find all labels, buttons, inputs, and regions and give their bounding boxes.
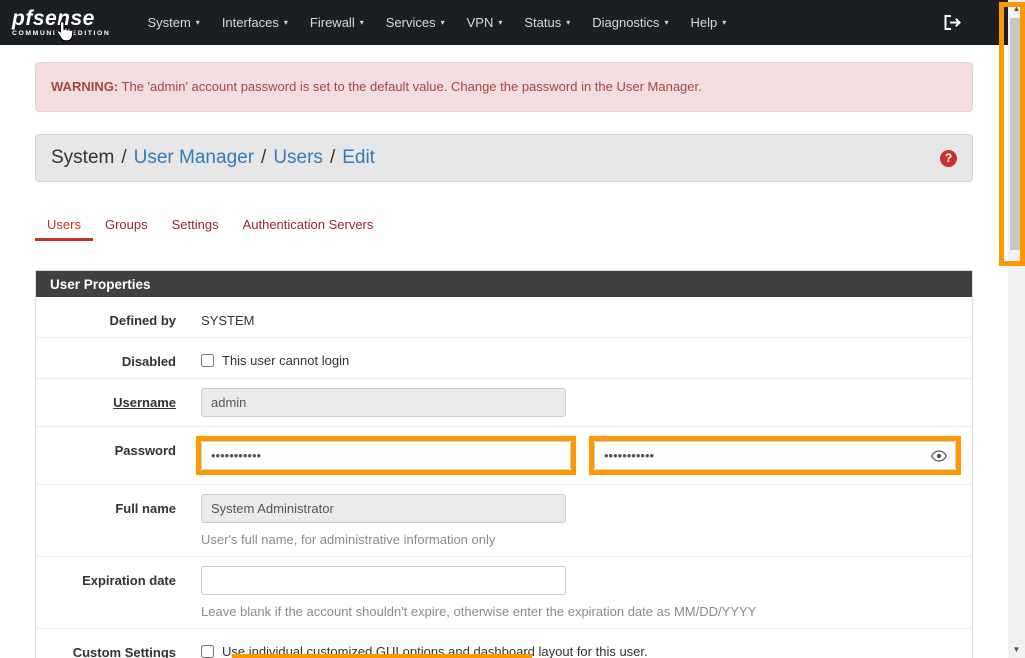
change-password-link[interactable]: Change the password in the User Manager. — [451, 79, 702, 94]
breadcrumb-separator: / — [261, 147, 266, 169]
custom-settings-checkbox[interactable] — [201, 645, 214, 658]
nav-item-status-label: Status — [524, 15, 561, 30]
form-row-password: Password — [36, 427, 972, 485]
chevron-down-icon: ▾ — [284, 18, 288, 27]
highlight-confirm-password-field — [589, 436, 961, 475]
nav-item-services-label: Services — [386, 15, 436, 30]
pfsense-logo[interactable]: pfsense COMMUNITY EDITION — [12, 8, 110, 38]
form-row-expiration-date: Expiration date Leave blank if the accou… — [36, 557, 972, 629]
breadcrumb: System / User Manager / Users / Edit ? — [35, 134, 973, 182]
nav-item-diagnostics-label: Diagnostics — [592, 15, 659, 30]
form-row-defined-by: Defined by SYSTEM — [36, 297, 972, 338]
scrollbar-thumb[interactable] — [1010, 18, 1023, 250]
nav-item-vpn[interactable]: VPN ▾ — [456, 7, 514, 38]
nav-item-firewall[interactable]: Firewall ▾ — [299, 7, 375, 38]
chevron-down-icon: ▾ — [360, 18, 364, 27]
form-row-username: Username — [36, 379, 972, 427]
tab-groups[interactable]: Groups — [93, 209, 160, 241]
username-input — [201, 388, 566, 417]
nav-item-interfaces-label: Interfaces — [222, 15, 279, 30]
tab-settings[interactable]: Settings — [160, 209, 231, 241]
panel-title: User Properties — [36, 271, 972, 297]
disabled-label: Disabled — [36, 347, 201, 369]
nav-item-help[interactable]: Help ▾ — [679, 7, 737, 38]
top-navbar: pfsense COMMUNITY EDITION System ▾ Interf… — [0, 0, 1008, 45]
nav-item-status[interactable]: Status ▾ — [513, 7, 581, 38]
confirm-password-input[interactable] — [594, 441, 956, 470]
nav-item-vpn-label: VPN — [467, 15, 494, 30]
nav-item-system-label: System — [147, 15, 190, 30]
expiration-date-input[interactable] — [201, 566, 566, 595]
logout-icon[interactable] — [943, 14, 962, 31]
breadcrumb-separator: / — [330, 147, 335, 169]
vertical-scrollbar[interactable]: ▲ ▼ — [1008, 0, 1025, 658]
chevron-down-icon: ▾ — [441, 18, 445, 27]
scroll-up-arrow-icon[interactable]: ▲ — [1008, 1, 1025, 16]
nav-item-help-label: Help — [690, 15, 717, 30]
form-row-disabled: Disabled This user cannot login — [36, 338, 972, 379]
pfsense-page: pfsense COMMUNITY EDITION System ▾ Interf… — [0, 0, 1008, 658]
defined-by-value: SYSTEM — [201, 306, 952, 328]
help-icon[interactable]: ? — [940, 150, 957, 167]
defined-by-label: Defined by — [36, 306, 201, 328]
custom-settings-label: Custom Settings — [36, 638, 201, 658]
chevron-down-icon: ▾ — [498, 18, 502, 27]
warning-message: The 'admin' account password is set to t… — [118, 79, 451, 94]
password-label: Password — [36, 436, 201, 458]
full-name-label: Full name — [36, 494, 201, 516]
main-content: WARNING: The 'admin' account password is… — [0, 45, 1008, 658]
navbar-menu: System▾ Interfaces▾ Firewall▾ Services▾ … — [136, 7, 737, 38]
pfsense-logo-text: pfsense — [12, 8, 110, 29]
full-name-input — [201, 494, 566, 523]
chevron-down-icon: ▾ — [196, 18, 200, 27]
nav-item-firewall-label: Firewall — [310, 15, 355, 30]
nav-item-system[interactable]: System ▾ — [136, 7, 210, 38]
breadcrumb-separator: / — [121, 147, 126, 169]
chevron-down-icon: ▾ — [664, 18, 668, 27]
breadcrumb-system: System — [51, 147, 114, 169]
breadcrumb-edit[interactable]: Edit — [342, 147, 375, 169]
disabled-checkbox-label: This user cannot login — [222, 353, 349, 368]
highlight-password-field — [196, 436, 576, 475]
tab-users[interactable]: Users — [35, 209, 93, 241]
form-row-custom-settings: Custom Settings Use individual customize… — [36, 629, 972, 658]
nav-item-services[interactable]: Services ▾ — [375, 7, 456, 38]
scroll-down-arrow-icon[interactable]: ▼ — [1008, 642, 1025, 657]
custom-settings-checkbox-label: Use individual customized GUI options an… — [222, 644, 648, 658]
nav-item-diagnostics[interactable]: Diagnostics ▾ — [581, 7, 679, 38]
nav-item-interfaces[interactable]: Interfaces ▾ — [211, 7, 299, 38]
warning-prefix: WARNING: — [51, 79, 118, 94]
breadcrumb-user-manager[interactable]: User Manager — [134, 147, 254, 169]
chevron-down-icon: ▾ — [722, 18, 726, 27]
password-warning-alert: WARNING: The 'admin' account password is… — [35, 62, 973, 112]
disabled-checkbox[interactable] — [201, 354, 214, 367]
tab-authentication-servers[interactable]: Authentication Servers — [231, 209, 386, 241]
chevron-down-icon: ▾ — [566, 18, 570, 27]
password-input[interactable] — [201, 441, 571, 470]
username-label[interactable]: Username — [36, 388, 201, 410]
form-row-full-name: Full name User's full name, for administ… — [36, 485, 972, 557]
expiration-date-label: Expiration date — [36, 566, 201, 588]
full-name-help-text: User's full name, for administrative inf… — [201, 532, 952, 547]
user-properties-panel: User Properties Defined by SYSTEM Disabl… — [35, 270, 973, 658]
expiration-date-help-text: Leave blank if the account shouldn't exp… — [201, 604, 952, 619]
breadcrumb-users[interactable]: Users — [273, 147, 323, 169]
user-properties-form: Defined by SYSTEM Disabled This user can… — [36, 297, 972, 658]
pfsense-logo-subtext: COMMUNITY EDITION — [12, 31, 110, 38]
reveal-password-eye-icon[interactable] — [931, 450, 947, 462]
tab-bar: Users Groups Settings Authentication Ser… — [35, 209, 973, 241]
